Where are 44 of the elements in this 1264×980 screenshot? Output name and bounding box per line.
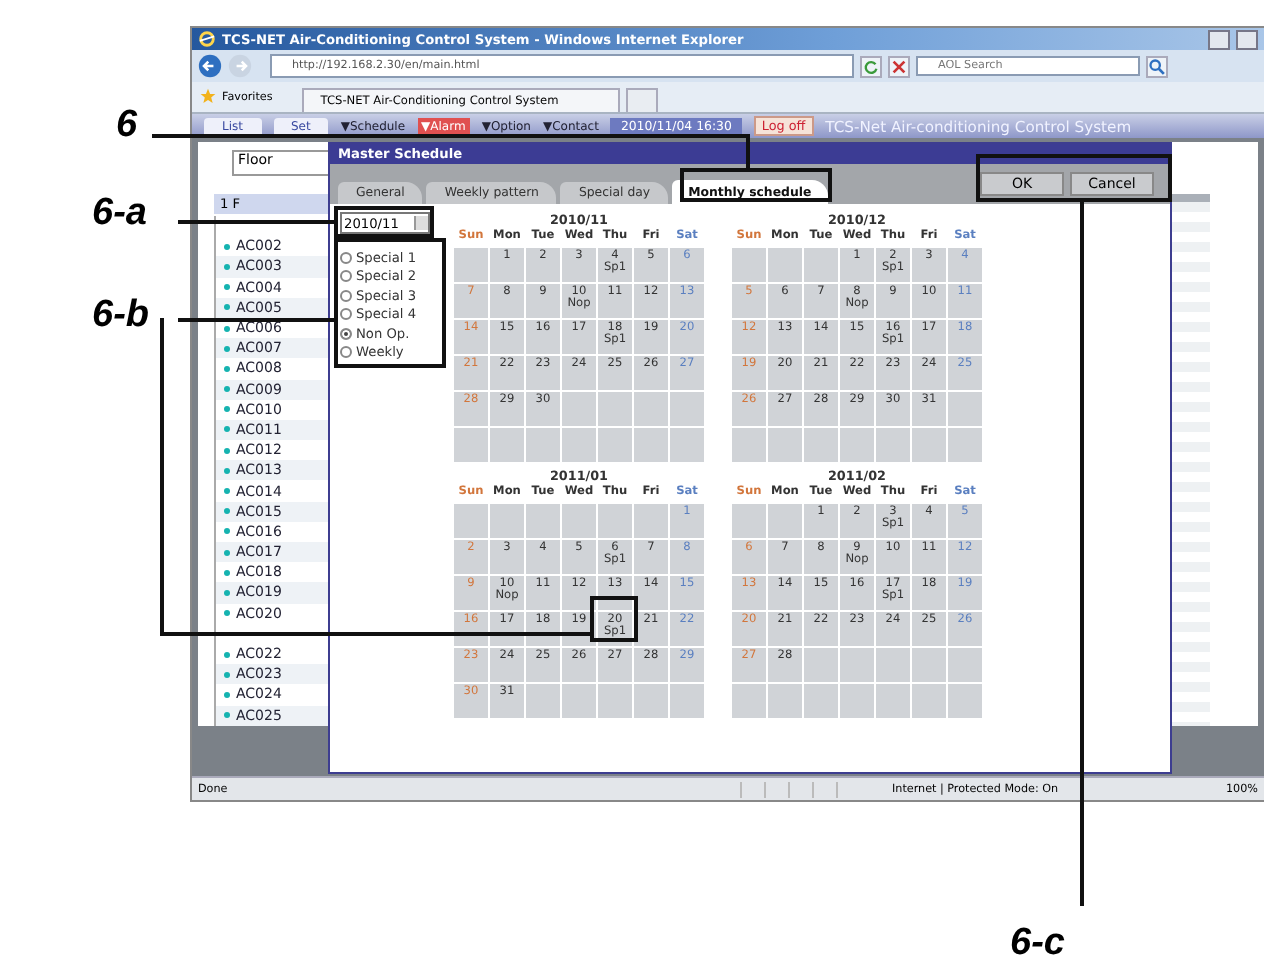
radio-button[interactable] [340, 327, 352, 340]
status-dot [224, 365, 230, 372]
status-dot [224, 589, 230, 596]
status-dot [224, 325, 230, 332]
browser-logo-icon [198, 30, 216, 48]
status-dot [224, 671, 230, 678]
radio-button[interactable] [340, 289, 352, 302]
status-dot [224, 243, 230, 250]
search-icon[interactable] [1146, 55, 1168, 77]
minimize-icon[interactable] [1208, 29, 1230, 49]
new-tab-button[interactable] [626, 88, 659, 112]
star-icon [200, 88, 216, 104]
status-dot [224, 528, 230, 535]
callout-label: 6-a [92, 194, 147, 232]
radio-button[interactable] [340, 270, 352, 283]
stop-icon[interactable] [888, 55, 910, 77]
status-dot [224, 488, 230, 495]
dropdown-icon [414, 216, 428, 230]
status-dot [224, 426, 230, 433]
status-dot [224, 467, 230, 474]
status-dot [224, 712, 230, 719]
radio-button[interactable] [340, 251, 352, 264]
callout-label: 6-b [92, 296, 149, 334]
status-dot [224, 447, 230, 454]
radio-button[interactable] [340, 308, 352, 321]
radio-button[interactable] [340, 346, 352, 359]
status-dot [224, 691, 230, 698]
status-dot [224, 386, 230, 393]
callout-label: 6-c [1010, 924, 1065, 962]
callout-frame [590, 596, 638, 642]
back-icon[interactable] [198, 54, 222, 78]
status-dot [224, 549, 230, 556]
status-dot [224, 284, 230, 291]
status-dot [224, 651, 230, 658]
status-dot [224, 263, 230, 270]
status-dot [224, 406, 230, 413]
refresh-icon[interactable] [860, 55, 882, 77]
status-dot [224, 610, 230, 617]
status-dot [224, 569, 230, 576]
status-dot [224, 304, 230, 311]
maximize-icon[interactable] [1236, 29, 1258, 49]
callout-label: 6 [116, 106, 138, 144]
status-dot [224, 508, 230, 515]
status-dot [224, 345, 230, 352]
